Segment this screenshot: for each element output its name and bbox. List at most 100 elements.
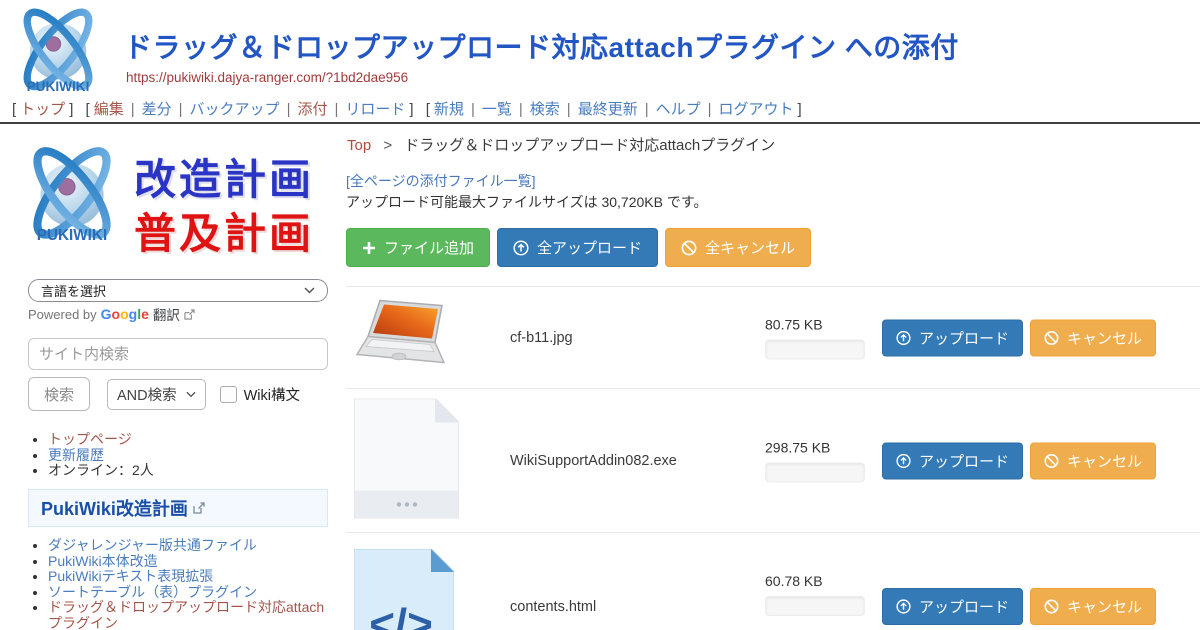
nav-link-help[interactable]: ヘルプ — [656, 101, 701, 118]
site-logo-line2: 普及計画 — [134, 200, 314, 261]
list-item: PukiWikiテキスト表現拡張 — [48, 569, 335, 585]
generic-file-icon — [354, 398, 459, 523]
list-item: ダジャレンジャー版共通ファイル — [48, 538, 335, 554]
external-link-icon — [184, 309, 195, 320]
nav-bracket: [ — [12, 101, 16, 118]
list-item: トップページ — [48, 432, 335, 448]
upload-action-bar: ファイル追加 全アップロード 全キャンセル — [346, 228, 811, 267]
max-upload-size-text: アップロード可能最大ファイルサイズは 30,720KB です。 — [346, 192, 707, 212]
wiki-syntax-checkbox[interactable] — [220, 386, 237, 403]
sidebar-link-list-bottom: ダジャレンジャー版共通ファイル PukiWiki本体改造 PukiWikiテキス… — [30, 538, 335, 630]
online-count: オンライン：2人 — [48, 463, 335, 479]
page-url-link[interactable]: https://pukiwiki.dajya-ranger.com/?1bd2d… — [126, 70, 408, 85]
plus-icon — [362, 241, 376, 255]
svg-text:PUKIWIKI: PUKIWIKI — [27, 79, 90, 94]
cancel-button[interactable]: キャンセル — [1030, 319, 1156, 356]
nav-link-diff[interactable]: 差分 — [142, 101, 172, 118]
ban-icon — [681, 240, 697, 256]
breadcrumb-top-link[interactable]: Top — [347, 137, 371, 154]
atom-logo-icon: PUKIWIKI — [16, 138, 128, 256]
nav-link-backup[interactable]: バックアップ — [190, 101, 280, 118]
nav-bracket: ] — [69, 101, 73, 118]
cancel-button[interactable]: キャンセル — [1030, 588, 1156, 625]
nav-link-logout[interactable]: ログアウト — [719, 101, 794, 118]
html-file-icon: </> — [354, 549, 454, 630]
search-button[interactable]: 検索 — [28, 377, 90, 411]
site-logo-line1: 改造計画 — [134, 146, 314, 207]
chevron-down-icon — [186, 391, 196, 398]
search-controls: 検索 AND検索 Wiki構文 — [28, 377, 300, 411]
sidebar-link-text-extension[interactable]: PukiWikiテキスト表現拡張 — [48, 568, 213, 584]
file-name: cf-b11.jpg — [510, 330, 573, 346]
add-files-button[interactable]: ファイル追加 — [346, 228, 490, 267]
sidebar-link-common-files[interactable]: ダジャレンジャー版共通ファイル — [48, 537, 257, 553]
ban-icon — [1044, 453, 1059, 468]
upload-circle-icon — [896, 599, 911, 614]
file-size: 298.75 KB — [765, 439, 865, 455]
sidebar-link-list-top: トップページ 更新履歴 オンライン：2人 — [30, 432, 335, 479]
file-name: contents.html — [510, 599, 596, 615]
nav-link-edit[interactable]: 編集 — [94, 101, 124, 118]
nav-link-reload[interactable]: リロード — [345, 101, 405, 118]
search-mode-select[interactable]: AND検索 — [107, 379, 206, 410]
breadcrumb-separator: > — [383, 137, 392, 154]
file-size: 60.78 KB — [765, 573, 865, 589]
sidebar-link-core-mods[interactable]: PukiWiki本体改造 — [48, 553, 158, 569]
upload-file-list: cf-b11.jpg 80.75 KB アップロード — [346, 286, 1200, 630]
nav-bracket: [ — [86, 101, 90, 118]
site-search-input[interactable] — [28, 338, 328, 370]
breadcrumb-current-page: ドラッグ＆ドロップアップロード対応attachプラグイン — [404, 137, 775, 154]
upload-progress-bar — [765, 462, 865, 482]
file-row: cf-b11.jpg 80.75 KB アップロード — [346, 286, 1200, 388]
upload-all-button[interactable]: 全アップロード — [497, 228, 658, 267]
sidebar-section-link[interactable]: PukiWiki改造計画 — [41, 495, 188, 521]
upload-button[interactable]: アップロード — [882, 442, 1023, 479]
nav-link-top[interactable]: トップ — [20, 101, 65, 118]
translate-link[interactable]: 翻訳 — [153, 304, 180, 324]
file-row-buttons: アップロード キャンセル — [882, 442, 1156, 479]
header-divider — [0, 122, 1200, 124]
file-row-buttons: アップロード キャンセル — [882, 588, 1156, 625]
top-navigation: [トップ] [編集|差分|バックアップ|添付|リロード] [新規|一覧|検索|最… — [8, 98, 806, 119]
search-mode-value: AND検索 — [117, 384, 177, 405]
all-attachments-link[interactable]: [全ページの添付ファイル一覧] — [346, 171, 536, 191]
language-select-value: 言語を選択 — [41, 281, 106, 300]
ban-icon — [1044, 330, 1059, 345]
cancel-all-button[interactable]: 全キャンセル — [665, 228, 811, 267]
file-size-block: 60.78 KB — [765, 573, 865, 616]
nav-link-list[interactable]: 一覧 — [482, 101, 512, 118]
list-item: ドラッグ＆ドロップアップロード対応attachプラグイン — [48, 600, 335, 630]
language-select[interactable]: 言語を選択 — [28, 279, 328, 302]
nav-bracket: ] — [409, 101, 413, 118]
nav-link-search[interactable]: 検索 — [530, 101, 560, 118]
external-link-icon — [193, 502, 205, 514]
file-row: </> contents.html 60.78 KB アップロード — [346, 532, 1200, 630]
sidebar-link-toppage[interactable]: トップページ — [48, 431, 132, 447]
nav-link-new[interactable]: 新規 — [434, 101, 464, 118]
file-row-buttons: アップロード キャンセル — [882, 319, 1156, 356]
file-name: WikiSupportAddin082.exe — [510, 453, 677, 469]
upload-button[interactable]: アップロード — [882, 588, 1023, 625]
pukiwiki-atom-logo[interactable]: PUKIWIKI — [8, 4, 108, 102]
list-item: PukiWiki本体改造 — [48, 554, 335, 570]
wiki-syntax-label: Wiki構文 — [244, 384, 300, 405]
sidebar-section-header: PukiWiki改造計画 — [28, 489, 328, 527]
file-size-block: 298.75 KB — [765, 439, 865, 482]
upload-button[interactable]: アップロード — [882, 319, 1023, 356]
file-row: WikiSupportAddin082.exe 298.75 KB アップロード — [346, 388, 1200, 532]
ban-icon — [1044, 599, 1059, 614]
cancel-button[interactable]: キャンセル — [1030, 442, 1156, 479]
page-title: ドラッグ＆ドロップアップロード対応attachプラグイン への添付 — [124, 26, 959, 66]
nav-link-attach[interactable]: 添付 — [297, 101, 327, 118]
sidebar-link-dragdrop-attach[interactable]: ドラッグ＆ドロップアップロード対応attachプラグイン — [48, 599, 324, 630]
upload-circle-icon — [513, 240, 529, 256]
sidebar-link-sort-table[interactable]: ソートテーブル（表）プラグイン — [48, 584, 257, 600]
laptop-photo-thumbnail — [354, 298, 446, 377]
nav-bracket: [ — [426, 101, 430, 118]
svg-text:</>: </> — [369, 600, 433, 630]
nav-link-recent-changes[interactable]: 最終更新 — [578, 101, 638, 118]
sidebar-site-logo[interactable]: PUKIWIKI 改造計画 普及計画 — [16, 138, 336, 266]
sidebar-link-update-history[interactable]: 更新履歴 — [48, 447, 104, 463]
google-translate-attribution: Powered by Google 翻訳 — [28, 304, 195, 324]
upload-progress-bar — [765, 339, 865, 359]
